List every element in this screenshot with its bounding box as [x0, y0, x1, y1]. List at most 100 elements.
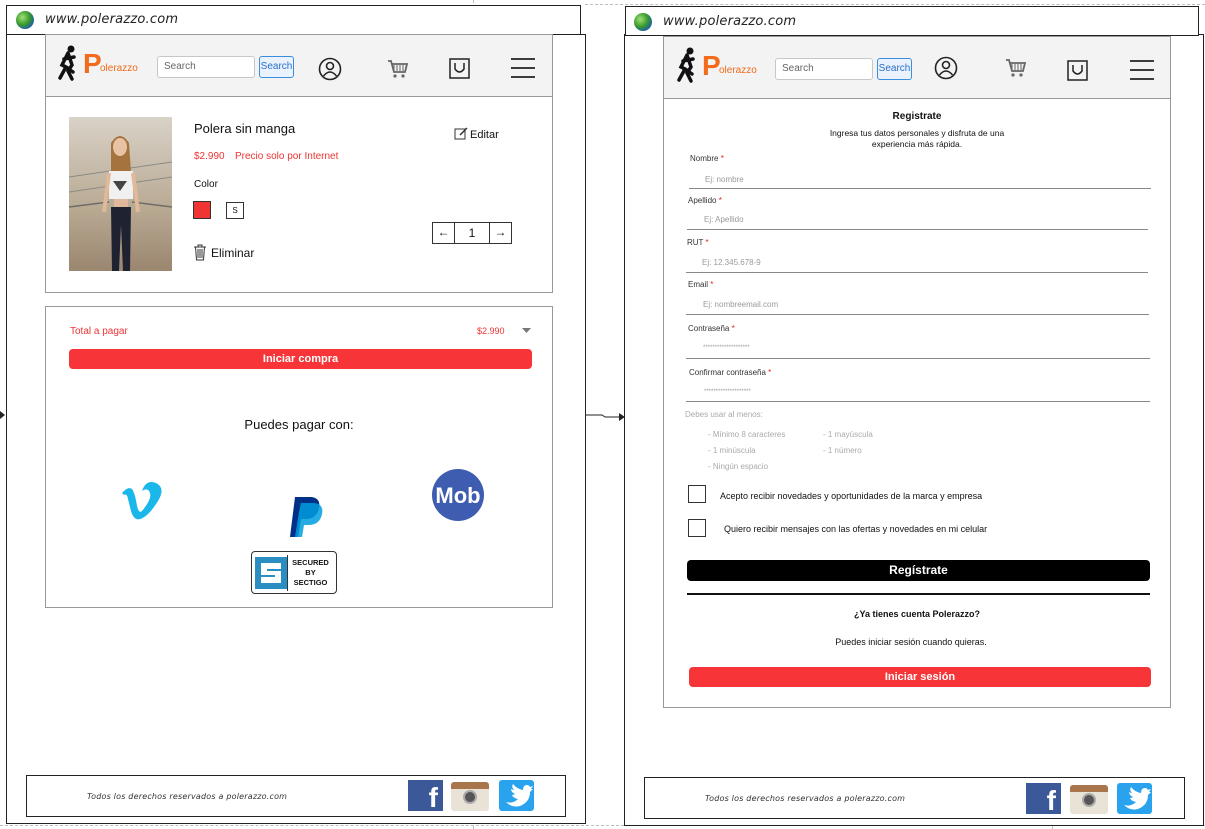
- mob-icon-text: Mob: [435, 483, 480, 508]
- facebook-icon[interactable]: f: [408, 780, 443, 813]
- product-image[interactable]: [69, 117, 172, 271]
- quantity-value[interactable]: 1: [455, 223, 489, 243]
- paypal-icon: [290, 497, 323, 537]
- registration-form-card: Registrate Ingresa tus datos personales …: [663, 98, 1171, 708]
- vimeo-icon: [122, 482, 162, 520]
- newsletter-checkbox-label[interactable]: Acepto recibir novedades y oportunidades…: [720, 491, 982, 501]
- register-title: Registrate: [892, 111, 942, 122]
- address-bar[interactable]: www.polerazzo.com: [6, 5, 581, 35]
- user-icon[interactable]: [934, 56, 958, 80]
- email-input-underline: [686, 314, 1149, 315]
- sms-checkbox-label[interactable]: Quiero recibir mensajes con las ofertas …: [724, 524, 987, 534]
- register-subtitle-line2: experiencia más rápida.: [871, 139, 963, 149]
- password-rules-title: Debes usar al menos:: [685, 410, 763, 419]
- required-mark: *: [705, 238, 709, 247]
- twitter-icon[interactable]: [499, 780, 534, 811]
- sectigo-badge: SECURED BY SECTIGO: [251, 551, 337, 594]
- facebook-icon[interactable]: f: [1026, 783, 1061, 816]
- product-price: $2.990: [194, 151, 225, 162]
- rut-input-underline: [686, 272, 1148, 273]
- product-name[interactable]: Polera sin manga: [194, 121, 295, 136]
- site-footer: Todos los derechos reservados a polerazz…: [26, 775, 566, 817]
- twitter-icon[interactable]: [1117, 783, 1152, 814]
- skater-logo-icon: [677, 47, 695, 83]
- address-bar[interactable]: www.polerazzo.com: [625, 6, 1199, 36]
- increase-quantity-button[interactable]: →: [489, 223, 511, 243]
- required-mark: *: [718, 196, 722, 205]
- edit-link[interactable]: Editar: [470, 129, 499, 141]
- brand-logo-letter: P: [702, 50, 721, 81]
- rut-input[interactable]: Ej: 12.345.678-9: [702, 258, 761, 267]
- cart-item-card: Polera sin manga $2.990 Precio solo por …: [45, 96, 553, 293]
- cart-icon[interactable]: [387, 59, 409, 79]
- name-label-text: Nombre: [690, 154, 719, 163]
- email-input[interactable]: Ej: nombreemail.com: [703, 300, 778, 309]
- instagram-icon[interactable]: [1070, 785, 1108, 814]
- name-input[interactable]: Ej: nombre: [705, 175, 744, 184]
- delete-link[interactable]: Eliminar: [211, 246, 254, 260]
- mob-icon: Mob: [432, 469, 484, 521]
- sectigo-line-1: SECURED: [292, 558, 329, 567]
- password-input[interactable]: ********************: [703, 345, 750, 351]
- start-purchase-button[interactable]: Iniciar compra: [69, 349, 532, 369]
- lastname-input-underline: [687, 229, 1148, 230]
- hamburger-menu-icon[interactable]: [510, 57, 536, 79]
- rule-uppercase: - 1 mayúscula: [823, 430, 873, 439]
- confirm-password-input[interactable]: ********************: [704, 389, 751, 395]
- url-text: www.polerazzo.com: [663, 14, 797, 29]
- user-icon[interactable]: [318, 57, 342, 81]
- chevron-down-icon[interactable]: [522, 328, 531, 334]
- name-input-underline: [689, 188, 1151, 189]
- search-input[interactable]: Search: [157, 56, 255, 78]
- shopping-bag-icon[interactable]: [1067, 60, 1089, 82]
- name-label: Nombre *: [690, 154, 724, 163]
- register-button[interactable]: Regístrate: [687, 560, 1150, 581]
- confirm-password-label-text: Confirmar contraseña: [689, 368, 766, 377]
- selected-color-fill: [194, 202, 210, 218]
- edit-icon[interactable]: [454, 127, 468, 141]
- footer-copyright: Todos los derechos reservados a polerazz…: [87, 792, 288, 801]
- login-button[interactable]: Iniciar sesión: [689, 667, 1151, 687]
- total-value: $2.990: [477, 326, 505, 336]
- search-input[interactable]: Search: [775, 58, 873, 80]
- search-button[interactable]: Search: [877, 58, 912, 80]
- password-input-underline: [686, 358, 1150, 359]
- register-subtitle-line1: Ingresa tus datos personales y disfruta …: [829, 128, 1005, 138]
- required-mark: *: [768, 368, 772, 377]
- rule-no-space: - Ningún espacio: [708, 462, 769, 471]
- brand-logo-name: olerazzo: [100, 63, 138, 74]
- newsletter-checkbox[interactable]: [688, 485, 706, 503]
- size-option[interactable]: S: [226, 202, 244, 219]
- search-button[interactable]: Search: [259, 56, 294, 78]
- color-swatch[interactable]: [193, 201, 211, 219]
- footer-copyright: Todos los derechos reservados a polerazz…: [705, 794, 906, 803]
- rut-label-text: RUT: [687, 238, 704, 247]
- site-header: P olerazzo Search Search: [45, 34, 553, 97]
- site-header: P olerazzo Search Search: [663, 36, 1171, 99]
- password-label-text: Contraseña: [688, 324, 730, 333]
- skater-logo-icon: [58, 45, 76, 81]
- divider: [687, 593, 1150, 595]
- sectigo-logo-icon: [255, 557, 287, 589]
- payment-methods-title: Puedes pagar con:: [244, 417, 354, 432]
- order-summary-card: Total a pagar $2.990 Iniciar compra Pued…: [45, 306, 553, 608]
- shopping-bag-icon[interactable]: [449, 58, 471, 80]
- rut-label: RUT *: [687, 238, 709, 247]
- sectigo-line-2: BY: [305, 568, 316, 577]
- lastname-input[interactable]: Ej: Apellido: [704, 215, 744, 224]
- instagram-icon[interactable]: [451, 782, 489, 811]
- login-hint-text: Puedes iniciar sesión cuando quieras.: [835, 637, 987, 647]
- confirm-password-label: Confirmar contraseña *: [689, 368, 771, 377]
- url-text: www.polerazzo.com: [45, 12, 179, 27]
- decrease-quantity-button[interactable]: ←: [433, 223, 455, 243]
- site-footer: Todos los derechos reservados a polerazz…: [644, 777, 1185, 819]
- hamburger-menu-icon[interactable]: [1129, 59, 1155, 81]
- sms-checkbox[interactable]: [688, 519, 706, 537]
- lastname-label-text: Apellido: [688, 196, 717, 205]
- guide-line: [585, 4, 1205, 5]
- trash-icon[interactable]: [193, 244, 207, 261]
- required-mark: *: [731, 324, 735, 333]
- cart-icon[interactable]: [1005, 58, 1027, 78]
- sectigo-text: SECURED BY SECTIGO: [287, 555, 333, 591]
- confirm-password-input-underline: [686, 401, 1150, 402]
